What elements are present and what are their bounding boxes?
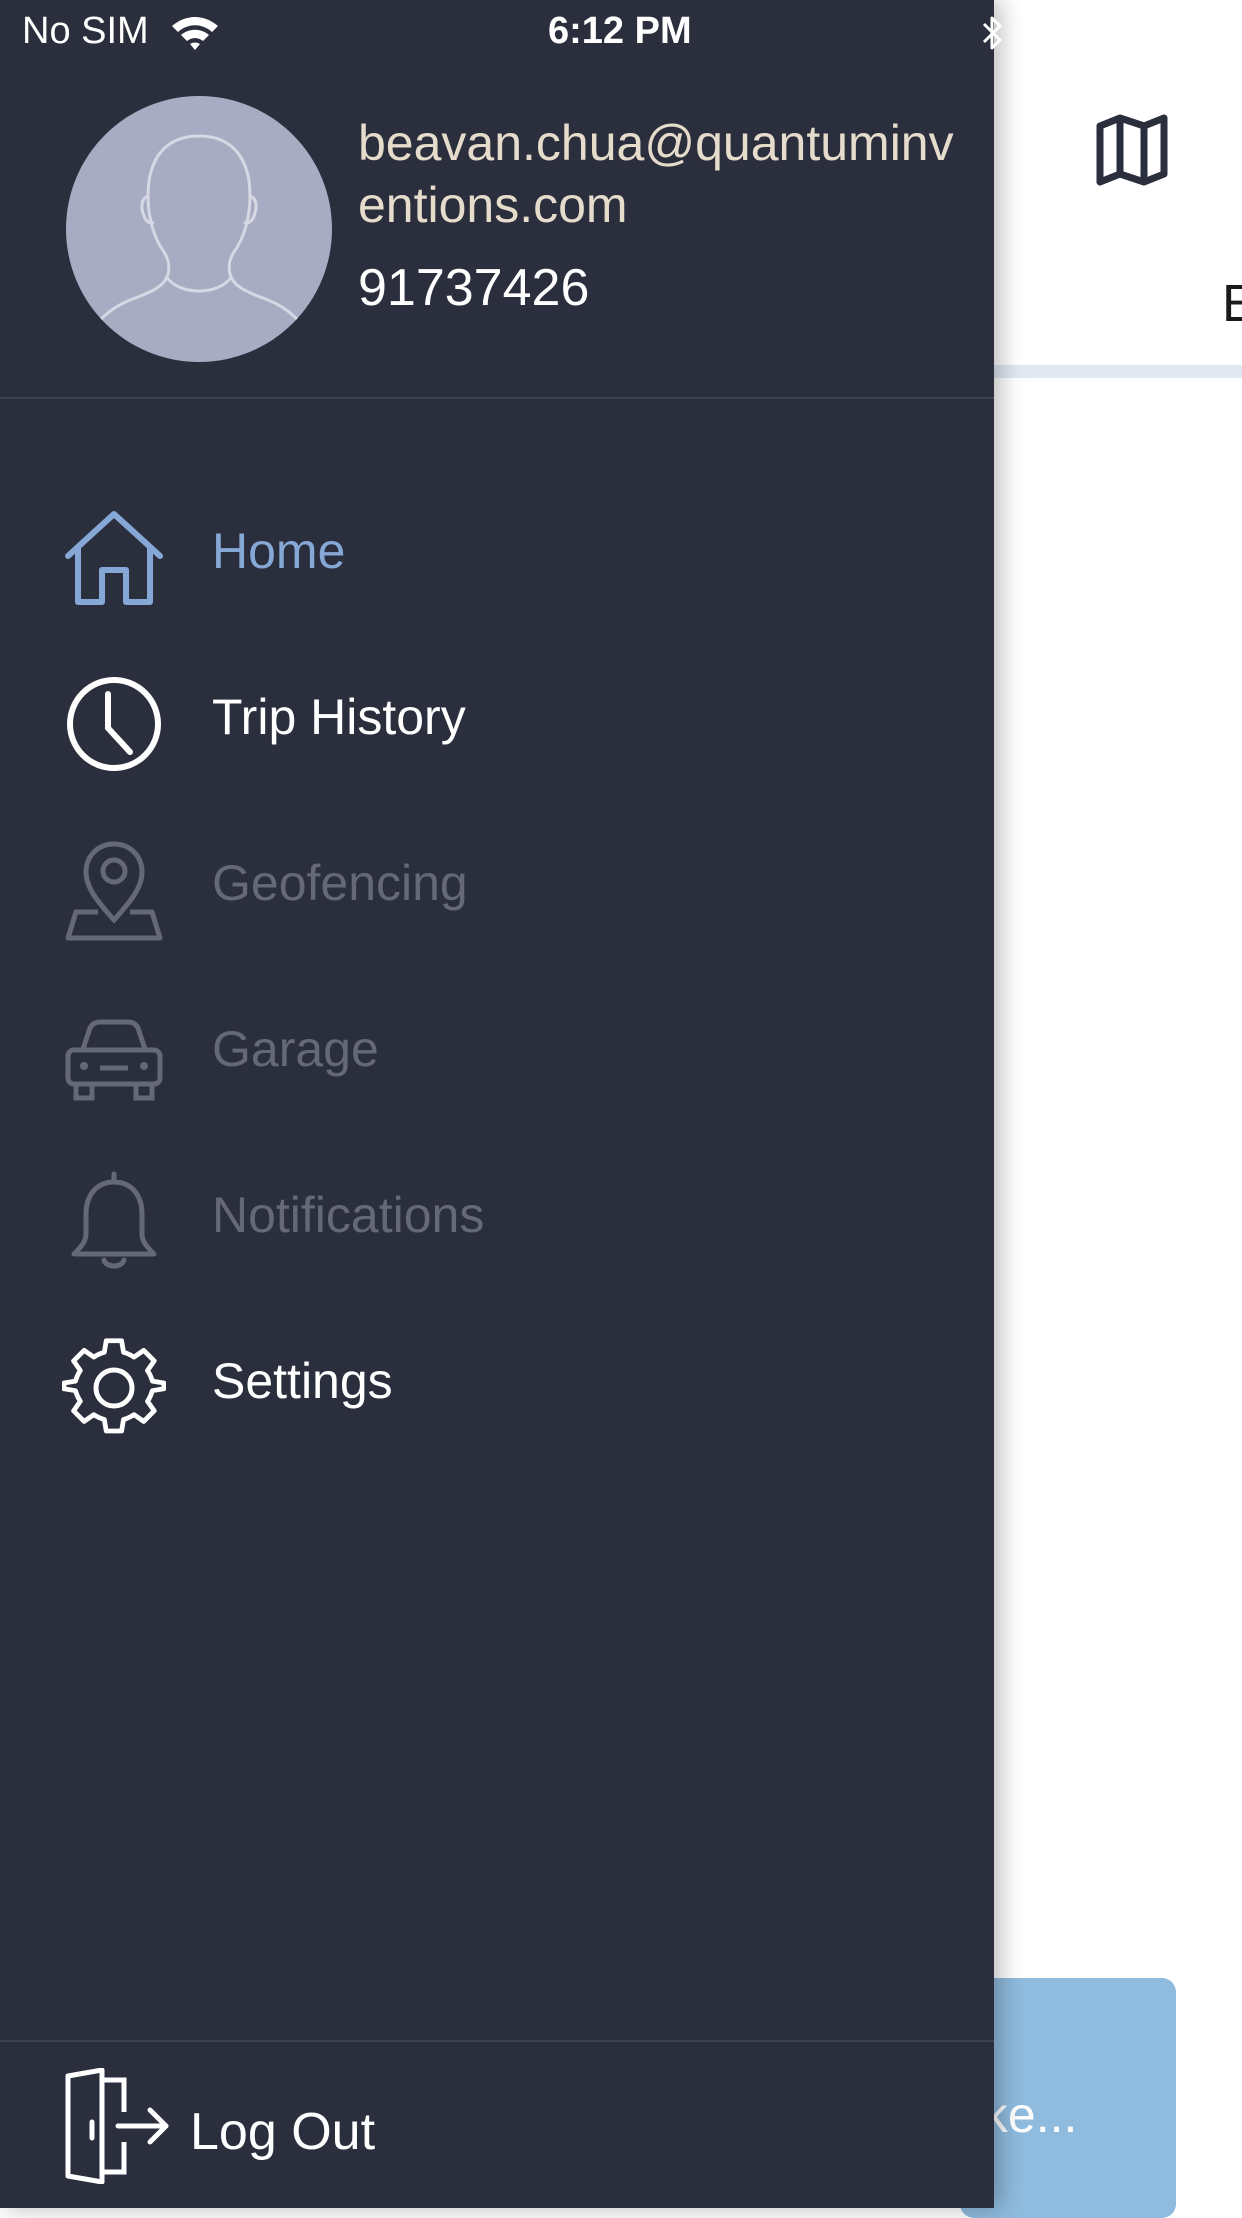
navigation-drawer: beavan.chua@quantuminventions.com 917374… [0, 0, 994, 2208]
menu-label-settings: Settings [212, 1353, 393, 1409]
menu-item-garage[interactable]: Garage [0, 990, 994, 1110]
logout-button[interactable]: Log Out [0, 2062, 994, 2192]
clock-icon [62, 672, 166, 776]
menu-item-settings[interactable]: Settings [0, 1322, 994, 1442]
menu-label-notifications: Notifications [212, 1187, 485, 1243]
background-tab-label[interactable]: E [1222, 278, 1242, 330]
menu-label-geofencing: Geofencing [212, 855, 468, 911]
profile-email: beavan.chua@quantuminventions.com [358, 115, 954, 233]
bell-icon [62, 1170, 166, 1274]
home-icon [62, 506, 166, 610]
logout-label: Log Out [190, 2103, 376, 2161]
header-divider [0, 397, 994, 399]
avatar[interactable] [66, 96, 332, 362]
bluetooth-icon [982, 16, 1002, 50]
status-time: 6:12 PM [548, 10, 692, 52]
profile-phone: 91737426 [358, 259, 590, 317]
footer-divider [0, 2040, 994, 2042]
menu-label-home: Home [212, 523, 346, 579]
background-tab-underline [990, 365, 1242, 378]
menu-item-home[interactable]: Home [0, 492, 994, 612]
logout-door-icon [65, 2068, 169, 2184]
map-pin-icon [62, 838, 166, 942]
menu-item-trip-history[interactable]: Trip History [0, 658, 994, 778]
wifi-icon [172, 17, 218, 50]
menu-item-notifications[interactable]: Notifications [0, 1156, 994, 1276]
car-icon [62, 1004, 166, 1108]
carrier-label: No SIM [22, 10, 149, 52]
gear-icon [62, 1336, 166, 1440]
user-silhouette-icon [86, 134, 312, 337]
menu-item-geofencing[interactable]: Geofencing [0, 824, 994, 944]
menu-label-trip-history: Trip History [212, 689, 466, 745]
map-icon[interactable] [1094, 112, 1170, 188]
menu-label-garage: Garage [212, 1021, 379, 1077]
status-bar: No SIM 6:12 PM [0, 0, 1242, 64]
